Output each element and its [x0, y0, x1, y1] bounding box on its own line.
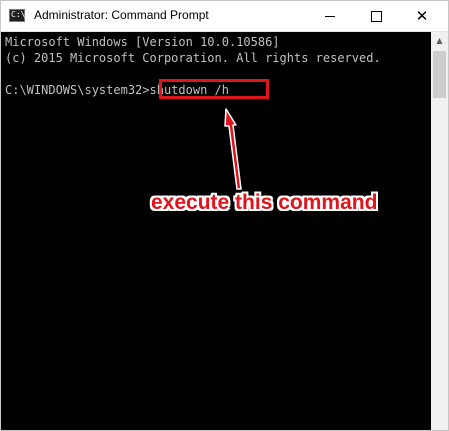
console-line-version: Microsoft Windows [Version 10.0.10586]: [5, 35, 280, 49]
close-icon: ✕: [415, 6, 429, 25]
minimize-icon: [325, 15, 335, 17]
console-line-copyright: (c) 2015 Microsoft Corporation. All righ…: [5, 51, 381, 65]
maximize-icon: [370, 10, 382, 22]
scroll-up-button[interactable]: ▲: [431, 32, 448, 49]
vertical-scrollbar[interactable]: ▲: [431, 32, 448, 430]
close-button[interactable]: ✕: [399, 1, 445, 31]
maximize-button[interactable]: [353, 1, 399, 31]
window-title: Administrator: Command Prompt: [34, 8, 209, 22]
title-bar[interactable]: C:\ Administrator: Command Prompt ✕: [1, 1, 448, 32]
prompt-path: C:\WINDOWS\system32>: [5, 83, 150, 97]
annotation-label: execute this command: [151, 191, 378, 214]
cmd-icon: C:\: [9, 9, 25, 22]
console-output[interactable]: Microsoft Windows [Version 10.0.10586] (…: [1, 32, 432, 430]
minimize-button[interactable]: [307, 1, 353, 31]
command-highlight-box: [159, 79, 269, 99]
command-prompt-window: C:\ Administrator: Command Prompt ✕ Micr…: [0, 0, 449, 431]
scroll-thumb[interactable]: [433, 51, 446, 98]
chevron-up-icon: ▲: [436, 36, 443, 45]
